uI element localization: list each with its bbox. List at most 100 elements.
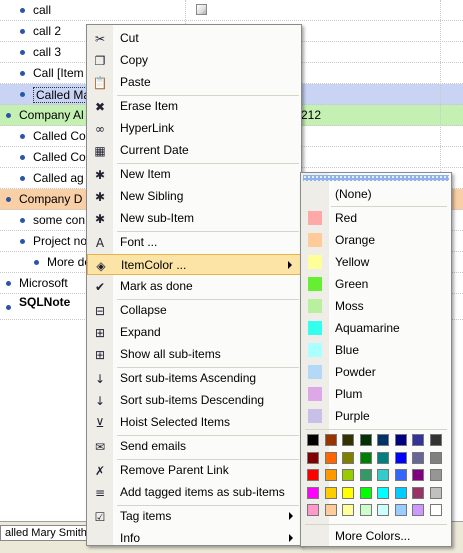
menu-item-sort-sub-items-ascending[interactable]: ↓ Sort sub-items Ascending: [87, 368, 301, 389]
menu-item-hyperlink[interactable]: ∞ HyperLink: [87, 118, 301, 139]
menu-item-label: Mark as done: [120, 279, 193, 293]
tree-row-label: call 3: [33, 45, 62, 59]
palette-swatch[interactable]: [324, 451, 337, 464]
tree-row-label: Company D: [19, 192, 83, 206]
calendar-icon: ▦: [94, 144, 106, 158]
color-item-yellow[interactable]: Yellow: [301, 251, 451, 273]
tree-row[interactable]: call: [0, 0, 463, 21]
palette-swatch[interactable]: [377, 504, 389, 516]
color-item-powder[interactable]: Powder: [301, 361, 451, 383]
submenu-arrow-icon: [289, 534, 293, 542]
menu-item-paste[interactable]: 📋 Paste: [87, 72, 301, 93]
menu-item-itemcolor[interactable]: ◈ ItemColor ...: [87, 254, 301, 275]
palette-swatch[interactable]: [429, 451, 442, 464]
color-item-green[interactable]: Green: [301, 273, 451, 295]
palette-swatch[interactable]: [307, 486, 319, 499]
color-item-plum[interactable]: Plum: [301, 383, 451, 405]
palette-swatch[interactable]: [412, 451, 424, 464]
palette-swatch[interactable]: [394, 434, 407, 446]
palette-swatch[interactable]: [377, 469, 389, 481]
palette-swatch[interactable]: [412, 504, 424, 516]
palette-swatch[interactable]: [429, 469, 442, 481]
palette-swatch[interactable]: [377, 434, 389, 446]
color-item-orange[interactable]: Orange: [301, 229, 451, 251]
color-item-moss[interactable]: Moss: [301, 295, 451, 317]
menu-item-tag-items[interactable]: ☑ Tag items: [87, 506, 301, 527]
palette-swatch[interactable]: [359, 451, 372, 464]
checkbox-icon[interactable]: [196, 4, 207, 15]
menu-item-expand[interactable]: ⊞ Expand: [87, 322, 301, 343]
palette-swatch[interactable]: [394, 451, 407, 464]
color-item-blue[interactable]: Blue: [301, 339, 451, 361]
menu-item-new-sibling[interactable]: ✱ New Sibling: [87, 186, 301, 207]
palette-swatch[interactable]: [307, 434, 319, 446]
menu-item-label: Copy: [120, 53, 149, 67]
menu-item-font[interactable]: A Font ...: [87, 232, 301, 253]
menu-item-new-item[interactable]: ✱ New Item: [87, 164, 301, 185]
color-none[interactable]: (None): [301, 183, 451, 205]
color-item-label: Aquamarine: [335, 321, 400, 335]
palette-swatch[interactable]: [342, 451, 354, 464]
palette-swatch[interactable]: [394, 469, 407, 481]
menu-item-remove-parent-link[interactable]: ✗ Remove Parent Link: [87, 460, 301, 481]
tree-row-label: Microsoft: [19, 276, 68, 290]
palette-swatch[interactable]: [307, 504, 319, 516]
palette-swatch[interactable]: [342, 469, 354, 481]
palette-swatch[interactable]: [324, 486, 337, 499]
submenu-arrow-icon: [288, 261, 292, 269]
palette-swatch[interactable]: [342, 486, 354, 499]
menu-item-current-date[interactable]: ▦ Current Date: [87, 140, 301, 161]
bullet-icon: [6, 281, 11, 286]
tree-row-label: Called Co: [33, 129, 86, 143]
menu-item-copy[interactable]: ❐ Copy: [87, 50, 301, 71]
hoist-icon: ⊻: [95, 416, 105, 430]
palette-swatch[interactable]: [307, 451, 319, 464]
color-item-red[interactable]: Red: [301, 207, 451, 229]
palette-swatch[interactable]: [324, 504, 337, 516]
palette-swatch[interactable]: [412, 434, 424, 446]
menu-item-hoist-selected-items[interactable]: ⊻ Hoist Selected Items: [87, 412, 301, 433]
palette-swatch[interactable]: [359, 504, 372, 516]
palette-swatch[interactable]: [359, 434, 372, 446]
palette-swatch[interactable]: [377, 451, 389, 464]
menu-item-label: Send emails: [120, 439, 187, 453]
menu-item-add-tagged-items-as-sub-items[interactable]: ≡ Add tagged items as sub-items: [87, 482, 301, 503]
menu-item-collapse[interactable]: ⊟ Collapse: [87, 300, 301, 321]
menu-item-cut[interactable]: ✂ Cut: [87, 28, 301, 49]
palette-swatch[interactable]: [342, 504, 354, 516]
tree-row-label: Called Co: [33, 150, 86, 164]
color-none-label: (None): [335, 187, 372, 201]
menu-item-send-emails[interactable]: ✉ Send emails: [87, 436, 301, 457]
bullet-icon: [20, 29, 25, 34]
palette-swatch[interactable]: [342, 434, 354, 446]
submenu-grip[interactable]: [303, 175, 449, 181]
palette-swatch[interactable]: [429, 434, 442, 446]
menu-item-new-sub-item[interactable]: ✱ New sub-Item: [87, 208, 301, 229]
palette-swatch[interactable]: [359, 469, 372, 481]
menu-item-show-all-sub-items[interactable]: ⊞ Show all sub-items: [87, 344, 301, 365]
bullet-icon: [20, 50, 25, 55]
bullet-icon: [6, 197, 11, 202]
more-colors-button[interactable]: More Colors...: [301, 525, 451, 547]
palette-swatch[interactable]: [307, 469, 319, 481]
palette-swatch[interactable]: [412, 469, 424, 481]
palette-swatch[interactable]: [359, 486, 372, 499]
menu-item-sort-sub-items-descending[interactable]: ↓ Sort sub-items Descending: [87, 390, 301, 411]
palette-swatch[interactable]: [324, 434, 337, 446]
palette-swatch[interactable]: [377, 486, 389, 499]
palette-swatch[interactable]: [394, 486, 407, 499]
menu-item-erase-item[interactable]: ✖ Erase Item: [87, 96, 301, 117]
palette-swatch[interactable]: [394, 504, 407, 516]
menu-item-mark-as-done[interactable]: ✔ Mark as done: [87, 276, 301, 297]
bullet-icon: [20, 155, 25, 160]
palette-swatch[interactable]: [412, 486, 424, 499]
color-item-purple[interactable]: Purple: [301, 405, 451, 427]
palette-swatch[interactable]: [429, 486, 442, 499]
palette-swatch[interactable]: [324, 469, 337, 481]
menu-item-info[interactable]: Info: [87, 528, 301, 549]
scissors-icon: ✂: [94, 32, 106, 46]
email-icon: ✉: [94, 440, 106, 454]
color-item-aquamarine[interactable]: Aquamarine: [301, 317, 451, 339]
palette-swatch[interactable]: [429, 504, 442, 516]
context-menu: ✂ Cut ❐ Copy 📋 Paste ✖ Erase Item ∞ HyperLink ▦ Cur…: [86, 24, 302, 546]
